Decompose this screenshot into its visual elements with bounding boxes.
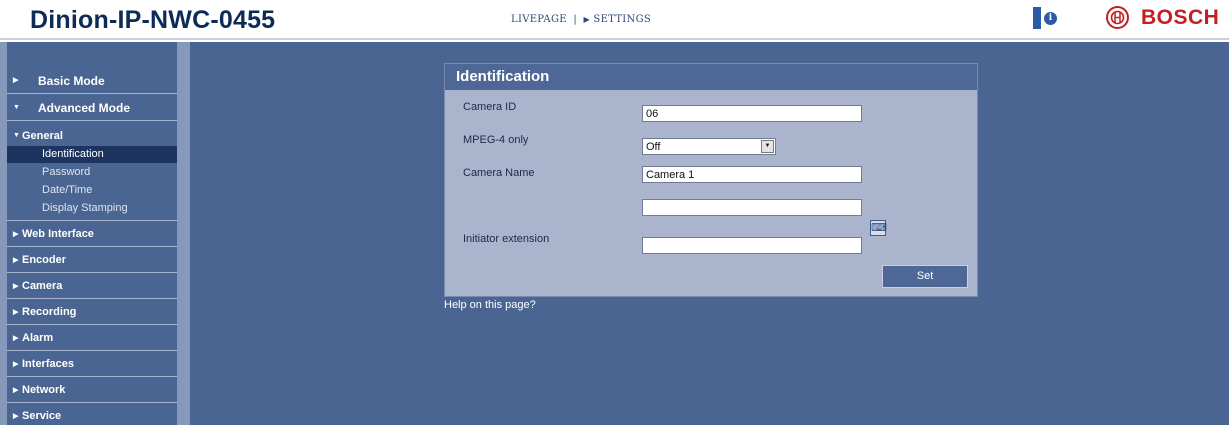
device-title: Dinion-IP-NWC-0455: [30, 6, 276, 34]
mpeg4-select[interactable]: Off ▼: [642, 138, 776, 155]
set-button[interactable]: Set: [882, 265, 968, 288]
triangle-right-icon: ▶: [13, 335, 19, 342]
left-column: ▶ Basic Mode ▼ Advanced Mode ▼ General I…: [0, 42, 190, 425]
nav-livepage-link[interactable]: LIVEPAGE: [511, 14, 567, 25]
text-input-icon[interactable]: ⌨: [870, 220, 887, 236]
identification-panel: Identification Camera ID MPEG-4 only Off…: [444, 63, 978, 297]
sidebar-section-label: Camera: [22, 280, 63, 292]
sidebar-section-label: Alarm: [22, 332, 54, 344]
sidebar-section-service[interactable]: ▶ Service: [7, 404, 177, 425]
triangle-right-icon: ▶: [13, 387, 19, 394]
sidebar-section-label: Web Interface: [22, 228, 94, 240]
mpeg4-selected-value: Off: [646, 141, 661, 153]
triangle-right-icon: ▶: [13, 413, 19, 420]
sidebar-section-network[interactable]: ▶ Network: [7, 378, 177, 403]
panel-title: Identification: [445, 64, 977, 90]
sidebar-section-label: Encoder: [22, 254, 67, 266]
sidebar: ▶ Basic Mode ▼ Advanced Mode ▼ General I…: [7, 42, 177, 425]
brand-logo-text: BOSCH: [1141, 6, 1220, 29]
camera-name-second-line-input[interactable]: [642, 199, 862, 216]
triangle-right-icon: ▶: [13, 361, 19, 368]
arrow-right-icon: ▶: [583, 15, 590, 24]
nav-settings-link[interactable]: SETTINGS: [593, 14, 651, 25]
bosch-armature-logo-icon: [1106, 6, 1129, 29]
sidebar-section-recording[interactable]: ▶ Recording: [7, 300, 177, 325]
sidebar-item-label: Display Stamping: [42, 202, 128, 214]
sidebar-item-label: Advanced Mode: [38, 101, 131, 115]
top-navigation: LIVEPAGE | ▶ SETTINGS: [511, 14, 651, 25]
divider: [7, 220, 177, 221]
sidebar-section-general[interactable]: ▼ General: [7, 125, 177, 147]
sidebar-item-label: Identification: [42, 148, 104, 160]
nav-separator: |: [573, 14, 577, 25]
sidebar-section-web-interface[interactable]: ▶ Web Interface: [7, 222, 177, 247]
sidebar-section-camera[interactable]: ▶ Camera: [7, 274, 177, 299]
sidebar-section-alarm[interactable]: ▶ Alarm: [7, 326, 177, 351]
sidebar-section-label: Recording: [22, 306, 77, 318]
camera-id-label: Camera ID: [463, 101, 517, 113]
camera-name-input[interactable]: [642, 166, 862, 183]
sidebar-item-basic-mode[interactable]: ▶ Basic Mode: [7, 68, 177, 94]
mpeg4-label: MPEG-4 only: [463, 134, 529, 146]
triangle-right-icon: ▶: [13, 231, 19, 238]
info-icon-glyph: i: [1044, 12, 1057, 25]
sidebar-section-label: Network: [22, 384, 66, 396]
triangle-right-icon: ▶: [13, 309, 19, 316]
sidebar-item-date-time[interactable]: Date/Time: [7, 182, 177, 199]
initiator-extension-label: Initiator extension: [463, 233, 550, 245]
camera-name-label: Camera Name: [463, 167, 535, 179]
camera-id-input[interactable]: [642, 105, 862, 122]
sidebar-item-label: Password: [42, 166, 91, 178]
sidebar-section-interfaces[interactable]: ▶ Interfaces: [7, 352, 177, 377]
header-bar: Dinion-IP-NWC-0455 LIVEPAGE | ▶ SETTINGS…: [0, 0, 1229, 40]
sidebar-section-label: General: [22, 130, 63, 142]
help-on-page-link[interactable]: Help on this page?: [444, 299, 536, 311]
sidebar-item-advanced-mode[interactable]: ▼ Advanced Mode: [7, 95, 177, 121]
sidebar-item-label: Basic Mode: [38, 74, 105, 88]
chevron-down-icon[interactable]: ▼: [761, 140, 774, 153]
triangle-right-icon: ▶: [13, 283, 19, 290]
sidebar-item-label: Date/Time: [42, 184, 93, 196]
sidebar-item-password[interactable]: Password: [7, 164, 177, 181]
triangle-right-icon: ▶: [13, 77, 19, 84]
triangle-down-icon: ▼: [13, 132, 20, 139]
initiator-extension-input[interactable]: [642, 237, 862, 254]
sidebar-item-identification[interactable]: Identification: [7, 146, 177, 163]
main-content: Identification Camera ID MPEG-4 only Off…: [190, 42, 1229, 425]
sidebar-section-encoder[interactable]: ▶ Encoder: [7, 248, 177, 273]
sidebar-section-label: Service: [22, 410, 62, 422]
triangle-down-icon: ▼: [13, 104, 20, 111]
help-info-icon[interactable]: i: [1033, 7, 1060, 29]
sidebar-item-display-stamping[interactable]: Display Stamping: [7, 200, 177, 217]
sidebar-section-label: Interfaces: [22, 358, 74, 370]
triangle-right-icon: ▶: [13, 257, 19, 264]
